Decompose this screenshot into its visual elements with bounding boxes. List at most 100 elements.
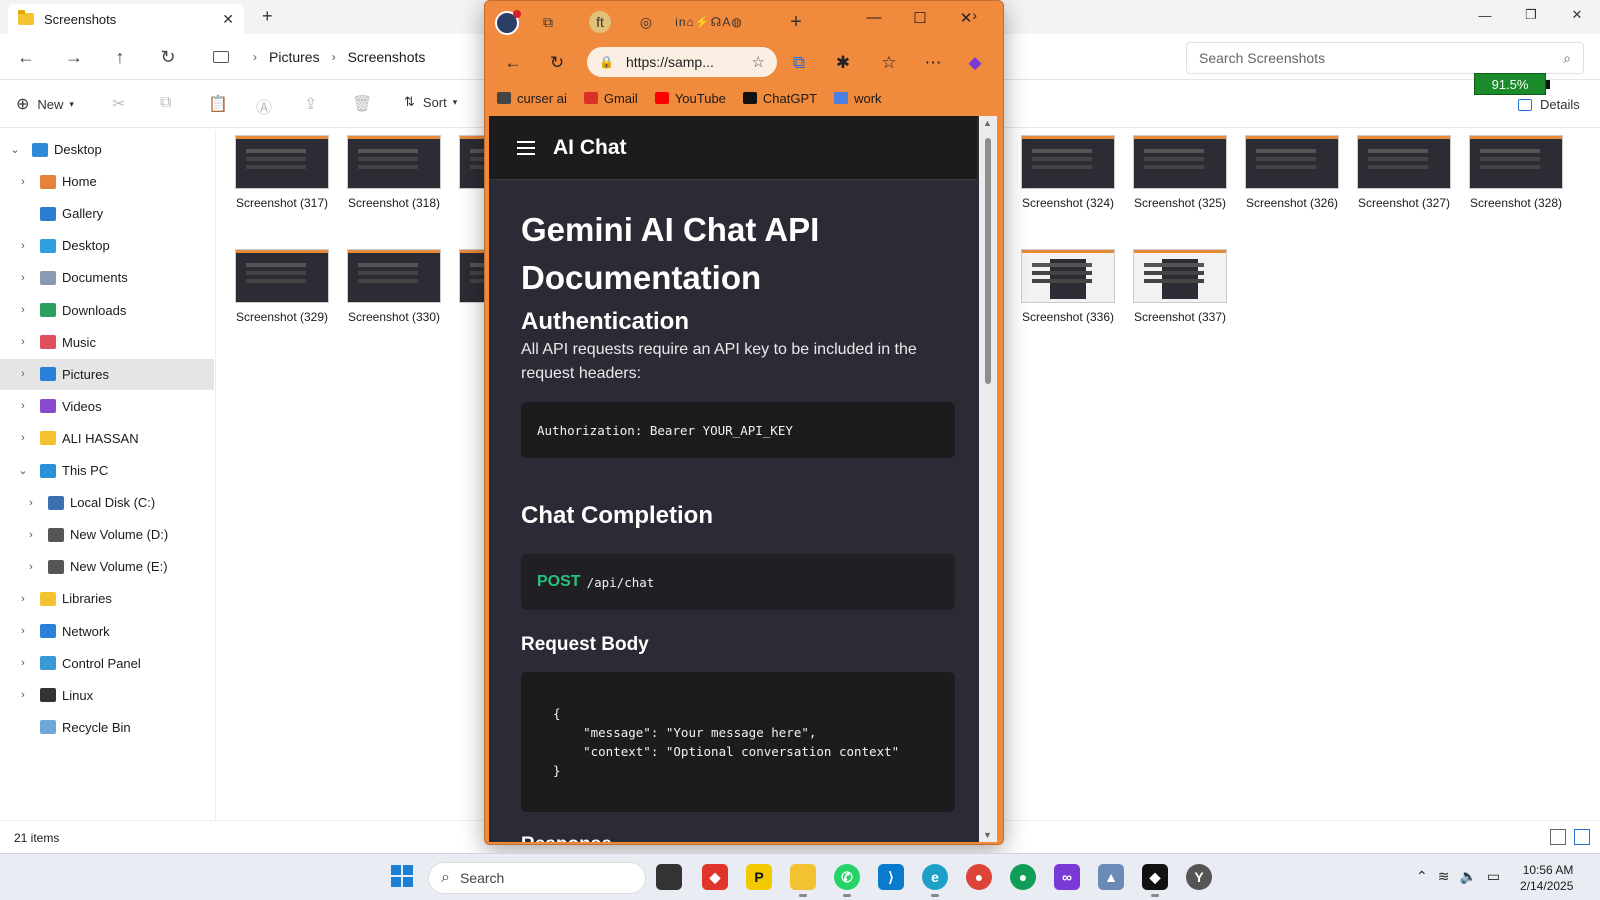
- chevron-icon[interactable]: ⌄: [8, 143, 22, 156]
- maximize-button[interactable]: ☐: [905, 9, 935, 27]
- copy-icon[interactable]: ⧉: [160, 94, 171, 112]
- chevron-icon[interactable]: ›: [16, 432, 30, 444]
- close-tab-icon[interactable]: ✕: [222, 11, 234, 28]
- chevron-icon[interactable]: ›: [16, 593, 30, 605]
- chevron-icon[interactable]: ›: [24, 497, 38, 509]
- sidebar-item[interactable]: › Downloads: [0, 295, 214, 326]
- bookmark-item[interactable]: work: [834, 91, 882, 106]
- app-icon[interactable]: ◆: [1142, 864, 1168, 897]
- scroll-up-icon[interactable]: ▲: [983, 118, 992, 128]
- wifi-icon[interactable]: ≋: [1438, 868, 1450, 885]
- file-thumbnail[interactable]: Screenshot (318): [338, 130, 450, 210]
- explorer-tab[interactable]: Screenshots ✕: [8, 4, 244, 34]
- file-thumbnail[interactable]: Screenshot (324): [1012, 130, 1124, 210]
- sidebar-item[interactable]: › Music: [0, 327, 214, 358]
- chrome-alt-icon[interactable]: ●: [1010, 864, 1036, 890]
- sidebar-item[interactable]: › Control Panel: [0, 648, 214, 679]
- sidebar-item[interactable]: ⌄ Desktop: [0, 134, 214, 165]
- volume-icon[interactable]: 🔈: [1459, 868, 1476, 885]
- up-arrow-icon[interactable]: ↑: [106, 44, 134, 70]
- chevron-icon[interactable]: ›: [24, 561, 38, 573]
- bookmark-item[interactable]: curser ai: [497, 91, 567, 106]
- sidebar-item[interactable]: › Local Disk (C:): [0, 487, 214, 518]
- windows-start-icon[interactable]: [390, 864, 414, 888]
- minimize-button[interactable]: —: [1462, 0, 1508, 30]
- share-icon[interactable]: ⇪: [304, 94, 317, 114]
- minimize-button[interactable]: —: [859, 9, 889, 26]
- sidebar-item[interactable]: › Pictures: [0, 358, 214, 390]
- bookmark-item[interactable]: ChatGPT: [742, 91, 817, 106]
- sidebar-item[interactable]: › Home: [0, 166, 214, 197]
- sidebar-item[interactable]: › Videos: [0, 391, 214, 422]
- breadcrumb-pictures[interactable]: Pictures: [269, 49, 320, 65]
- scroll-down-icon[interactable]: ▼: [983, 830, 992, 840]
- app-icon[interactable]: P: [746, 864, 772, 890]
- chevron-icon[interactable]: ›: [16, 336, 30, 348]
- breadcrumb[interactable]: › Pictures › Screenshots: [205, 42, 475, 72]
- anydesk-icon[interactable]: ◆: [702, 864, 728, 890]
- sidebar-item[interactable]: › Desktop: [0, 230, 214, 261]
- chevron-icon[interactable]: ›: [16, 689, 30, 701]
- favorites-icon[interactable]: ☆: [877, 51, 901, 75]
- restore-button[interactable]: ❐: [1508, 0, 1554, 30]
- file-thumbnail[interactable]: Screenshot (326): [1236, 130, 1348, 210]
- file-thumbnail[interactable]: Screenshot (336): [1012, 244, 1124, 324]
- chrome-icon[interactable]: ●: [966, 864, 992, 890]
- chevron-icon[interactable]: ›: [16, 176, 30, 188]
- tab-favicon[interactable]: ft: [589, 11, 611, 33]
- file-thumbnail[interactable]: Screenshot (328): [1460, 130, 1572, 210]
- file-thumbnail[interactable]: Screenshot (330): [338, 244, 450, 324]
- list-view-icon[interactable]: [1550, 829, 1566, 845]
- chevron-icon[interactable]: ›: [16, 625, 30, 637]
- close-button[interactable]: ✕: [1554, 0, 1600, 30]
- forward-arrow-icon[interactable]: →: [60, 44, 88, 70]
- chevron-icon[interactable]: ›: [16, 400, 30, 412]
- rename-icon[interactable]: Ⓐ: [256, 94, 272, 118]
- file-thumbnail[interactable]: Screenshot (337): [1124, 244, 1236, 324]
- system-clock[interactable]: 10:56 AM 2/14/2025: [1520, 862, 1573, 894]
- details-button[interactable]: Details: [1518, 97, 1580, 112]
- chevron-right-icon[interactable]: ›: [972, 7, 977, 23]
- sort-button[interactable]: ⇅ Sort ▾: [404, 94, 457, 110]
- sidebar-item[interactable]: › Network: [0, 616, 214, 647]
- sidebar-item[interactable]: ⌄ This PC: [0, 455, 214, 486]
- pinned-tabs-icons[interactable]: in⌂⚡☊A◍: [663, 11, 755, 33]
- sidebar-item[interactable]: › Libraries: [0, 583, 214, 614]
- extensions-icon[interactable]: ✱: [831, 51, 855, 75]
- sidebar-item[interactable]: Recycle Bin: [0, 712, 214, 743]
- cut-icon[interactable]: ✂: [112, 94, 125, 114]
- hamburger-menu-icon[interactable]: [517, 137, 535, 159]
- back-arrow-icon[interactable]: ←: [501, 51, 525, 75]
- chevron-icon[interactable]: ›: [16, 304, 30, 316]
- favorite-star-icon[interactable]: ☆: [752, 53, 765, 71]
- page-scrollbar[interactable]: ▲ ▼: [979, 116, 997, 842]
- visual-studio-icon[interactable]: ∞: [1054, 864, 1080, 890]
- battery-icon[interactable]: ▭: [1487, 868, 1500, 885]
- scrollbar-thumb[interactable]: [985, 138, 991, 384]
- bookmark-item[interactable]: YouTube: [654, 91, 726, 106]
- sidebar-item[interactable]: Gallery: [0, 198, 214, 229]
- tiles-view-icon[interactable]: [1574, 829, 1590, 845]
- sidebar-item[interactable]: › Documents: [0, 262, 214, 293]
- new-tab-button[interactable]: +: [262, 6, 273, 27]
- taskbar-search-input[interactable]: ⌕ Search: [428, 862, 646, 894]
- file-thumbnail[interactable]: Screenshot (327): [1348, 130, 1460, 210]
- refresh-icon[interactable]: ↻: [154, 44, 182, 70]
- chart-app-icon[interactable]: ▲: [1098, 864, 1124, 890]
- chevron-icon[interactable]: ›: [16, 368, 30, 380]
- workspaces-icon[interactable]: ⧉: [537, 11, 559, 33]
- translate-icon[interactable]: ⧉: [787, 51, 811, 75]
- vscode-icon[interactable]: ⟩: [878, 864, 904, 890]
- chevron-icon[interactable]: ›: [16, 657, 30, 669]
- file-thumbnail[interactable]: Screenshot (325): [1124, 130, 1236, 210]
- refresh-icon[interactable]: ↻: [545, 51, 569, 75]
- new-button[interactable]: ⊕ New ▾: [16, 94, 74, 114]
- bookmark-item[interactable]: Gmail: [583, 91, 638, 106]
- sidebar-item[interactable]: › New Volume (D:): [0, 519, 214, 550]
- file-explorer-icon[interactable]: [790, 864, 816, 897]
- sidebar-item[interactable]: › Linux: [0, 680, 214, 711]
- new-tab-icon[interactable]: +: [785, 11, 807, 33]
- more-options-icon[interactable]: ⋯: [921, 51, 945, 75]
- tab-favicon-icon[interactable]: ◎: [635, 11, 657, 33]
- file-thumbnail[interactable]: Screenshot (329): [226, 244, 338, 324]
